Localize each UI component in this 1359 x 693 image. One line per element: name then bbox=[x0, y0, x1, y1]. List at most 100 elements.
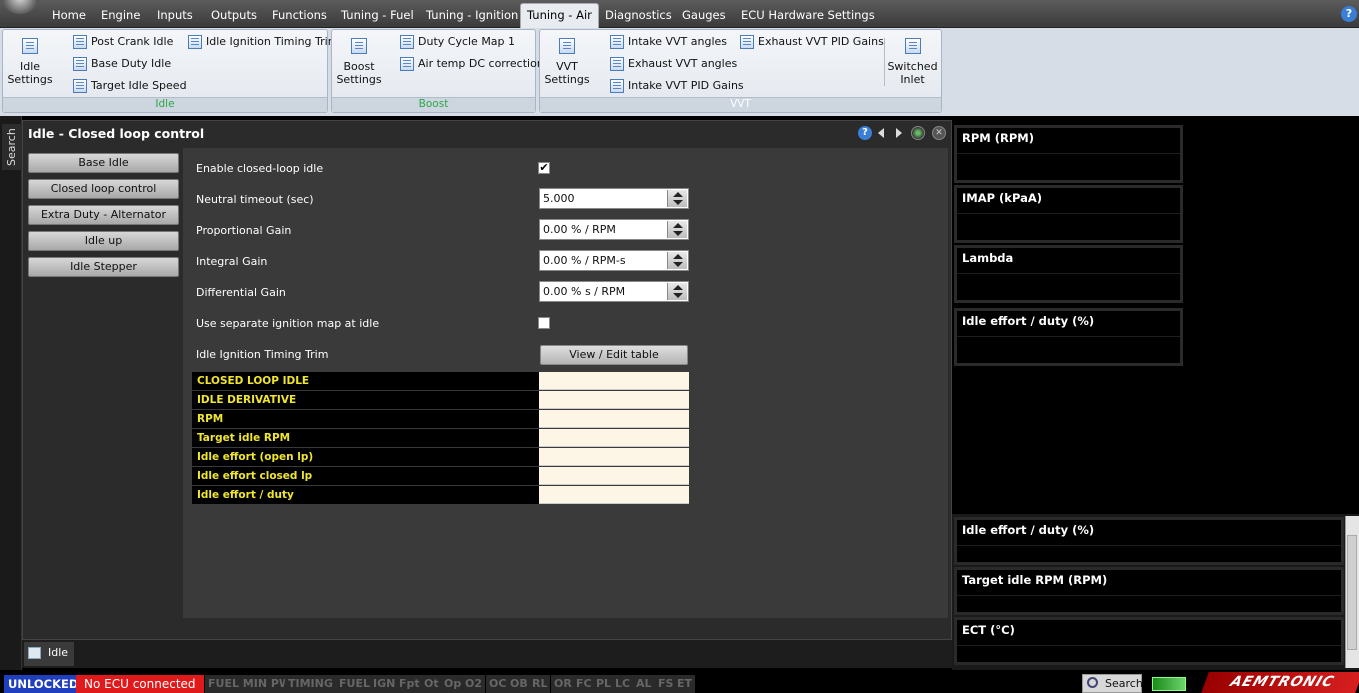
neutral-timeout-field[interactable]: 5.000 bbox=[539, 188, 689, 209]
table-icon bbox=[559, 38, 575, 54]
app-logo-icon[interactable] bbox=[0, 0, 40, 14]
neutral-timeout-label: Neutral timeout (sec) bbox=[196, 193, 314, 206]
differential-gain-label: Differential Gain bbox=[196, 286, 286, 299]
base-duty-idle-label: Base Duty Idle bbox=[91, 57, 172, 70]
gauge-label: IMAP (kPaA) bbox=[962, 191, 1042, 205]
menu-inputs[interactable]: Inputs bbox=[157, 4, 193, 28]
status-indicator: ET bbox=[674, 675, 696, 693]
no-ecu-badge: No ECU connected bbox=[76, 675, 204, 693]
menu-diagnostics[interactable]: Diagnostics bbox=[605, 4, 672, 28]
separate-ignition-map-checkbox[interactable] bbox=[538, 317, 550, 329]
nav-closed-loop-control[interactable]: Closed loop control bbox=[28, 179, 179, 199]
gauge-label: Idle effort / duty (%) bbox=[962, 314, 1095, 328]
vvt-settings-label: VVT Settings bbox=[544, 60, 590, 86]
intake-vvt-pid-gains-button[interactable]: Intake VVT PID Gains bbox=[610, 77, 744, 95]
table-row-label: Idle effort (open lp) bbox=[192, 448, 539, 466]
idle-settings-label: Idle Settings bbox=[7, 60, 53, 86]
exhaust-vvt-pid-gains-button[interactable]: Exhaust VVT PID Gains bbox=[740, 33, 884, 51]
menu-functions[interactable]: Functions bbox=[272, 4, 327, 28]
proportional-gain-value: 0.00 % / RPM bbox=[543, 223, 616, 236]
table-row: Target idle RPM bbox=[192, 429, 689, 447]
help-icon[interactable]: ? bbox=[858, 126, 872, 140]
table-row-value bbox=[539, 410, 689, 428]
side-strip bbox=[0, 116, 22, 670]
status-indicator: FUEL MIN PW bbox=[205, 675, 295, 693]
menu-outputs[interactable]: Outputs bbox=[211, 4, 257, 28]
ribbon-group-label-boost: Boost bbox=[332, 97, 535, 112]
ribbon-group-vvt: VVT Settings Intake VVT angles Exhaust V… bbox=[539, 29, 942, 113]
status-indicator: OB bbox=[507, 675, 531, 693]
spinner-icon[interactable] bbox=[667, 283, 687, 300]
spinner-icon[interactable] bbox=[667, 190, 687, 207]
close-icon[interactable]: ✕ bbox=[932, 126, 946, 140]
integral-gain-value: 0.00 % / RPM-s bbox=[543, 254, 626, 267]
table-row-value bbox=[539, 448, 689, 466]
gauge-ect[interactable]: ECT (°C) bbox=[954, 617, 1344, 665]
help-icon[interactable]: ? bbox=[1341, 6, 1357, 22]
battery-icon bbox=[1152, 677, 1186, 691]
nav-idle-up[interactable]: Idle up bbox=[28, 231, 179, 251]
switched-inlet-button[interactable]: Switched Inlet bbox=[884, 38, 940, 86]
intake-vvt-angles-button[interactable]: Intake VVT angles bbox=[610, 33, 727, 51]
vvt-settings-button[interactable]: VVT Settings bbox=[544, 38, 590, 86]
post-crank-idle-button[interactable]: Post Crank Idle bbox=[73, 33, 173, 51]
exhaust-vvt-angles-button[interactable]: Exhaust VVT angles bbox=[610, 55, 737, 73]
gauge-rpm[interactable]: RPM (RPM) bbox=[954, 125, 1183, 183]
gauge-lambda[interactable]: Lambda bbox=[954, 245, 1183, 303]
menu-ecu-hardware-settings[interactable]: ECU Hardware Settings bbox=[741, 4, 875, 28]
table-row-label: CLOSED LOOP IDLE bbox=[192, 372, 539, 390]
menu-tuning-air[interactable]: Tuning - Air bbox=[520, 3, 599, 28]
status-indicator: LC bbox=[612, 675, 634, 693]
forward-arrow-icon[interactable] bbox=[896, 128, 902, 138]
menu-gauges[interactable]: Gauges bbox=[682, 4, 726, 28]
nav-base-idle[interactable]: Base Idle bbox=[28, 153, 179, 173]
view-edit-table-button[interactable]: View / Edit table bbox=[540, 345, 688, 365]
idle-ignition-timing-trim-button[interactable]: Idle Ignition Timing Trim bbox=[188, 33, 338, 51]
search-button[interactable]: Search bbox=[1082, 674, 1143, 693]
status-indicator: O2 bbox=[462, 675, 486, 693]
table-icon bbox=[400, 57, 414, 71]
table-row-label: RPM bbox=[192, 410, 539, 428]
list-icon bbox=[740, 35, 754, 49]
intake-vvt-angles-label: Intake VVT angles bbox=[628, 35, 728, 48]
menu-tuning-ignition[interactable]: Tuning - Ignition bbox=[426, 4, 518, 28]
spinner-icon[interactable] bbox=[667, 221, 687, 238]
back-arrow-icon[interactable] bbox=[878, 128, 884, 138]
proportional-gain-field[interactable]: 0.00 % / RPM bbox=[539, 219, 689, 240]
ribbon: Idle Settings Post Crank Idle Base Duty … bbox=[0, 28, 1359, 116]
separate-ignition-map-label: Use separate ignition map at idle bbox=[196, 317, 380, 330]
gauge-icon[interactable] bbox=[911, 126, 925, 140]
nav-extra-duty-alternator[interactable]: Extra Duty - Alternator bbox=[28, 205, 179, 225]
differential-gain-field[interactable]: 0.00 % s / RPM bbox=[539, 281, 689, 302]
boost-settings-button[interactable]: Boost Settings bbox=[336, 38, 382, 86]
menu-engine[interactable]: Engine bbox=[101, 4, 140, 28]
boost-settings-label: Boost Settings bbox=[336, 60, 382, 86]
gauge-imap[interactable]: IMAP (kPaA) bbox=[954, 185, 1183, 243]
enable-closed-loop-label: Enable closed-loop idle bbox=[196, 162, 324, 175]
base-duty-idle-button[interactable]: Base Duty Idle bbox=[73, 55, 171, 73]
spinner-icon[interactable] bbox=[667, 252, 687, 269]
table-row: Idle effort / duty bbox=[192, 486, 689, 504]
enable-closed-loop-checkbox[interactable]: ✔ bbox=[538, 162, 550, 174]
menu-home[interactable]: Home bbox=[52, 4, 86, 28]
document-tab-bar bbox=[22, 640, 952, 668]
menu-tuning-fuel[interactable]: Tuning - Fuel bbox=[341, 4, 414, 28]
gauge-idle-effort[interactable]: Idle effort / duty (%) bbox=[954, 308, 1183, 366]
target-idle-speed-button[interactable]: Target Idle Speed bbox=[73, 77, 187, 95]
duty-cycle-map-button[interactable]: Duty Cycle Map 1 bbox=[400, 33, 515, 51]
idle-settings-button[interactable]: Idle Settings bbox=[7, 38, 53, 86]
search-side-tab[interactable]: Search bbox=[2, 124, 22, 170]
scrollbar-thumb[interactable] bbox=[1347, 535, 1357, 650]
gauge-target-idle-rpm[interactable]: Target idle RPM (RPM) bbox=[954, 567, 1344, 615]
brand-logo: AEMTRONIC bbox=[1201, 672, 1359, 693]
list-icon bbox=[28, 647, 41, 659]
integral-gain-field[interactable]: 0.00 % / RPM-s bbox=[539, 250, 689, 271]
gauge-idle-effort-bottom[interactable]: Idle effort / duty (%) bbox=[954, 517, 1344, 565]
nav-idle-stepper[interactable]: Idle Stepper bbox=[28, 257, 179, 277]
ribbon-group-boost: Boost Settings Duty Cycle Map 1 Air temp… bbox=[331, 29, 544, 113]
air-temp-dc-correction-button[interactable]: Air temp DC correction bbox=[400, 55, 544, 73]
table-row: CLOSED LOOP IDLE bbox=[192, 372, 689, 390]
table-icon bbox=[188, 35, 202, 49]
table-row-value bbox=[539, 429, 689, 447]
table-icon bbox=[904, 38, 921, 54]
